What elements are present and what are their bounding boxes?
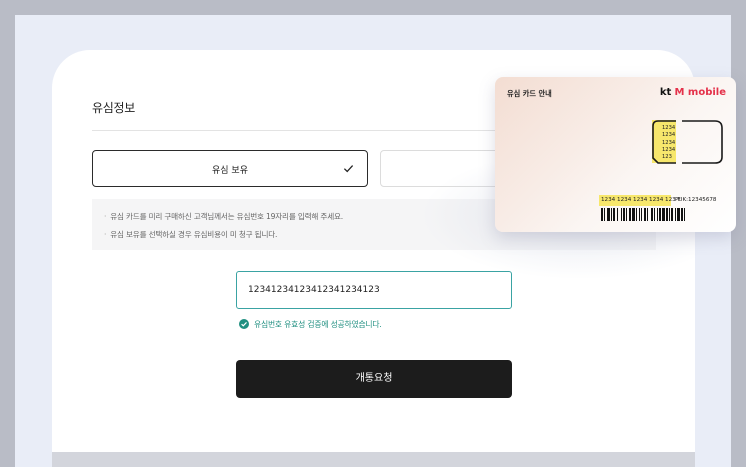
success-check-icon [239, 319, 249, 329]
section-title: 유심정보 [92, 101, 135, 115]
sim-chip: 1234 1234 1234 1234 123 [652, 120, 723, 165]
usim-own-label: 유심 보유 [212, 166, 248, 176]
validation-message: 유심번호 유효성 검증에 성공하였습니다. [254, 320, 382, 329]
activation-request-button[interactable]: 개통요청 [236, 360, 512, 398]
notice-line: 유심 보유를 선택하실 경우 유심비용이 미 청구 됩니다. [104, 229, 277, 240]
kt-mmobile-logo: kt M mobile [659, 87, 726, 98]
barcode-icon [601, 208, 685, 221]
usim-own-option[interactable]: 유심 보유 [92, 150, 368, 187]
notice-line: 유심 카드를 미리 구매하신 고객님께서는 유심번호 19자리를 입력해 주세요… [104, 211, 343, 222]
puk-code: PUK:12345678 [675, 197, 717, 203]
check-icon [343, 165, 354, 173]
sim-card-title: 유심 카드 안내 [507, 89, 552, 98]
sim-card-guide: 유심 카드 안내 kt M mobile 1234 1234 1234 1234… [495, 77, 736, 232]
chip-number-list: 1234 1234 1234 1234 123 [662, 125, 676, 161]
bottom-overlay [52, 452, 695, 467]
sim-serial-number: 1234 1234 1234 1234 123 F [601, 197, 681, 203]
usim-number-input[interactable] [236, 271, 512, 309]
